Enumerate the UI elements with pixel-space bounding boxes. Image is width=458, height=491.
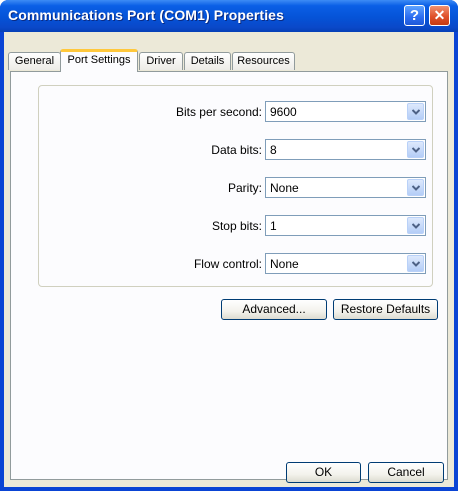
bits-per-second-label: Bits per second:	[175, 105, 262, 119]
chevron-down-icon[interactable]	[407, 255, 424, 272]
cancel-button[interactable]: Cancel	[368, 462, 444, 483]
chevron-down-icon[interactable]	[407, 217, 424, 234]
setting-row-data-bits: Data bits: 8	[39, 139, 434, 161]
chevron-down-icon[interactable]	[407, 103, 424, 120]
flow-control-value: None	[270, 257, 299, 271]
tab-driver[interactable]: Driver	[139, 52, 183, 70]
port-settings-panel: Bits per second: 9600 Data bits: 8 Parit…	[10, 71, 448, 480]
setting-row-flow-control: Flow control: None	[39, 253, 434, 275]
setting-row-stop-bits: Stop bits: 1	[39, 215, 434, 237]
parity-select[interactable]: None	[265, 177, 426, 198]
close-button[interactable]: ✕	[429, 5, 450, 26]
bits-per-second-select[interactable]: 9600	[265, 101, 426, 122]
tab-general[interactable]: General	[8, 52, 61, 70]
parity-value: None	[270, 181, 299, 195]
bits-per-second-value: 9600	[270, 105, 297, 119]
window-title: Communications Port (COM1) Properties	[8, 7, 284, 23]
setting-row-bits-per-second: Bits per second: 9600	[39, 101, 434, 123]
data-bits-select[interactable]: 8	[265, 139, 426, 160]
stop-bits-select[interactable]: 1	[265, 215, 426, 236]
chevron-down-icon[interactable]	[407, 141, 424, 158]
tab-port-settings[interactable]: Port Settings	[60, 49, 138, 72]
data-bits-value: 8	[270, 143, 277, 157]
flow-control-select[interactable]: None	[265, 253, 426, 274]
tab-details[interactable]: Details	[184, 52, 231, 70]
data-bits-label: Data bits:	[211, 143, 262, 157]
stop-bits-label: Stop bits:	[211, 219, 262, 233]
advanced-button[interactable]: Advanced...	[221, 299, 327, 320]
setting-row-parity: Parity: None	[39, 177, 434, 199]
flow-control-label: Flow control:	[193, 257, 262, 271]
dialog-body: General Port Settings Driver Details Res…	[4, 32, 454, 487]
properties-window: Communications Port (COM1) Properties ? …	[0, 0, 458, 491]
ok-button[interactable]: OK	[286, 462, 361, 483]
tab-resources[interactable]: Resources	[232, 52, 295, 70]
stop-bits-value: 1	[270, 219, 277, 233]
chevron-down-icon[interactable]	[407, 179, 424, 196]
help-button[interactable]: ?	[404, 5, 425, 26]
settings-group: Bits per second: 9600 Data bits: 8 Parit…	[38, 85, 433, 287]
parity-label: Parity:	[227, 181, 262, 195]
restore-defaults-button[interactable]: Restore Defaults	[333, 299, 438, 320]
title-bar[interactable]: Communications Port (COM1) Properties ? …	[0, 0, 458, 32]
